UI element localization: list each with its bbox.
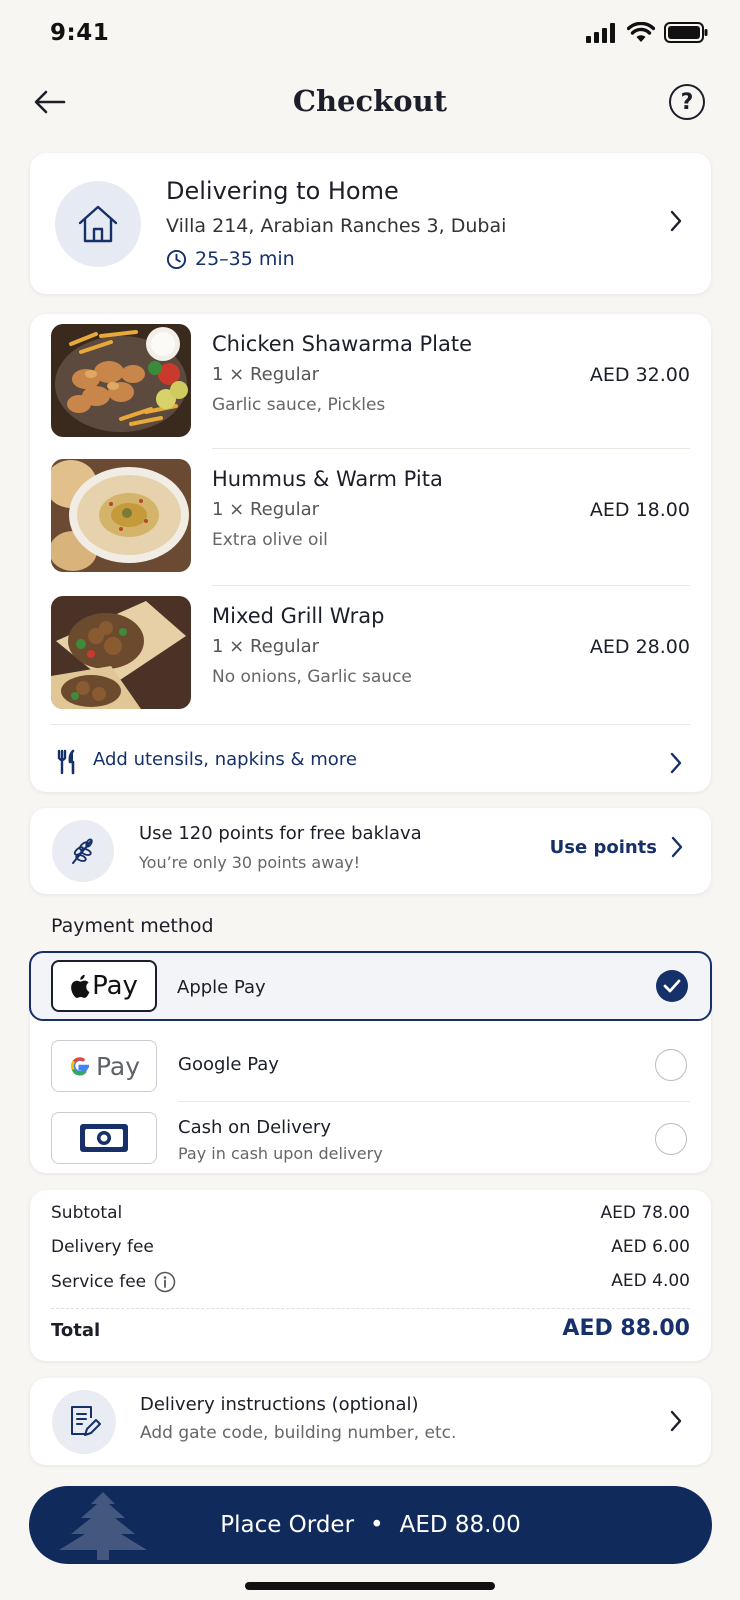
note-edit-icon <box>71 1406 101 1436</box>
item-price: AED 32.00 <box>589 364 690 386</box>
item-quantity: 1 × Regular <box>212 636 320 657</box>
battery-icon <box>664 22 708 43</box>
home-icon-badge <box>55 181 141 267</box>
delivery-fee-label: Delivery fee <box>51 1237 154 1257</box>
wifi-icon <box>627 22 655 42</box>
apple-icon <box>71 974 90 998</box>
item-name: Chicken Shawarma Plate <box>212 332 473 356</box>
radio-selected[interactable] <box>656 970 688 1002</box>
item-image-hummus <box>51 459 191 572</box>
home-indicator <box>245 1582 495 1590</box>
order-items-card: Chicken Shawarma Plate 1 × Regular Garli… <box>30 314 711 792</box>
cedar-tree-icon <box>59 1492 147 1560</box>
instructions-title: Delivery instructions (optional) <box>140 1394 419 1415</box>
google-pay-logo: Pay <box>51 1040 157 1092</box>
status-time: 9:41 <box>50 20 110 46</box>
checkmark-icon <box>663 979 681 993</box>
page-title: Checkout <box>292 84 448 118</box>
utensils-icon <box>57 749 75 775</box>
apple-pay-logo: Pay <box>51 960 157 1012</box>
delivery-title: Delivering to Home <box>166 177 399 205</box>
order-item[interactable]: Hummus & Warm Pita 1 × Regular Extra oli… <box>30 449 711 585</box>
instructions-subtitle: Add gate code, building number, etc. <box>140 1423 457 1443</box>
item-note: Extra olive oil <box>212 530 328 550</box>
service-fee-label: Service fee <box>51 1272 147 1292</box>
delivery-fee-value: AED 6.00 <box>611 1237 690 1257</box>
home-icon <box>78 205 118 243</box>
item-name: Mixed Grill Wrap <box>212 604 385 628</box>
add-utensils-label: Add utensils, napkins & more <box>93 749 357 770</box>
payment-sublabel: Pay in cash upon delivery <box>178 1144 383 1163</box>
apple-pay-logo-text: Pay <box>92 971 138 1001</box>
laurel-icon-badge <box>52 820 114 882</box>
item-quantity: 1 × Regular <box>212 364 320 385</box>
loyalty-points-card: Use 120 points for free baklava You’re o… <box>30 808 711 894</box>
signal-icon <box>586 22 615 43</box>
order-summary-card: Subtotal AED 78.00 Delivery fee AED 6.00… <box>30 1190 711 1361</box>
item-image-shawarma <box>51 324 191 437</box>
payment-section-title: Payment method <box>51 915 214 937</box>
radio-unselected[interactable] <box>655 1123 687 1155</box>
service-fee-value: AED 4.00 <box>611 1271 690 1291</box>
item-image-wrap <box>51 596 191 709</box>
note-icon-badge <box>52 1390 116 1454</box>
status-icons <box>586 22 708 43</box>
place-order-label: Place Order <box>220 1512 355 1538</box>
add-utensils-button[interactable]: Add utensils, napkins & more <box>30 739 711 789</box>
item-quantity: 1 × Regular <box>212 499 320 520</box>
chevron-right-icon <box>669 751 683 775</box>
place-order-amount: AED 88.00 <box>399 1512 521 1538</box>
divider <box>178 1101 690 1102</box>
laurel-icon <box>72 838 93 864</box>
google-pay-logo-text: Pay <box>95 1051 141 1081</box>
item-note: No onions, Garlic sauce <box>212 667 412 687</box>
total-value: AED 88.00 <box>562 1316 690 1341</box>
google-g-icon <box>70 1057 89 1076</box>
payment-option-google-pay[interactable]: Pay Google Pay <box>30 1031 711 1099</box>
subtotal-value: AED 78.00 <box>600 1203 690 1223</box>
delivery-eta-text: 25–35 min <box>195 248 295 270</box>
payment-label: Google Pay <box>178 1054 279 1075</box>
delivery-address-card[interactable]: Delivering to Home Villa 214, Arabian Ra… <box>30 153 711 294</box>
use-points-button[interactable]: Use points <box>550 836 683 858</box>
divider <box>51 724 690 725</box>
help-button[interactable]: ? <box>669 84 705 120</box>
subtotal-label: Subtotal <box>51 1203 123 1223</box>
payment-option-apple-pay[interactable]: Pay Apple Pay <box>29 951 712 1021</box>
chevron-right-icon <box>669 1409 683 1433</box>
place-order-separator: • <box>370 1512 384 1538</box>
chevron-right-icon <box>669 209 683 233</box>
points-title: Use 120 points for free baklava <box>139 823 422 844</box>
summary-divider <box>51 1308 690 1309</box>
cash-icon <box>80 1124 128 1152</box>
chevron-right-icon <box>671 836 683 858</box>
radio-unselected[interactable] <box>655 1049 687 1081</box>
points-subtitle: You’re only 30 points away! <box>139 853 360 872</box>
delivery-address: Villa 214, Arabian Ranches 3, Dubai <box>166 215 507 237</box>
place-order-button[interactable]: Place Order • AED 88.00 <box>29 1486 712 1564</box>
item-price: AED 18.00 <box>589 499 690 521</box>
order-item[interactable]: Mixed Grill Wrap 1 × Regular No onions, … <box>30 586 711 722</box>
clock-icon <box>166 249 187 269</box>
delivery-eta: 25–35 min <box>166 248 295 270</box>
cash-logo <box>51 1112 157 1164</box>
payment-label: Cash on Delivery <box>178 1117 331 1138</box>
question-icon: ? <box>680 89 694 115</box>
delivery-instructions-card[interactable]: Delivery instructions (optional) Add gat… <box>30 1378 711 1465</box>
total-label: Total <box>51 1320 101 1341</box>
payment-option-cash[interactable]: Cash on Delivery Pay in cash upon delive… <box>30 1103 711 1171</box>
item-name: Hummus & Warm Pita <box>212 467 443 491</box>
payment-label: Apple Pay <box>177 977 266 998</box>
use-points-label: Use points <box>549 836 657 858</box>
order-item[interactable]: Chicken Shawarma Plate 1 × Regular Garli… <box>30 314 711 450</box>
service-fee-row: Service fee <box>51 1271 176 1293</box>
item-note: Garlic sauce, Pickles <box>212 395 386 415</box>
item-price: AED 28.00 <box>589 636 690 658</box>
info-icon[interactable] <box>154 1271 176 1293</box>
